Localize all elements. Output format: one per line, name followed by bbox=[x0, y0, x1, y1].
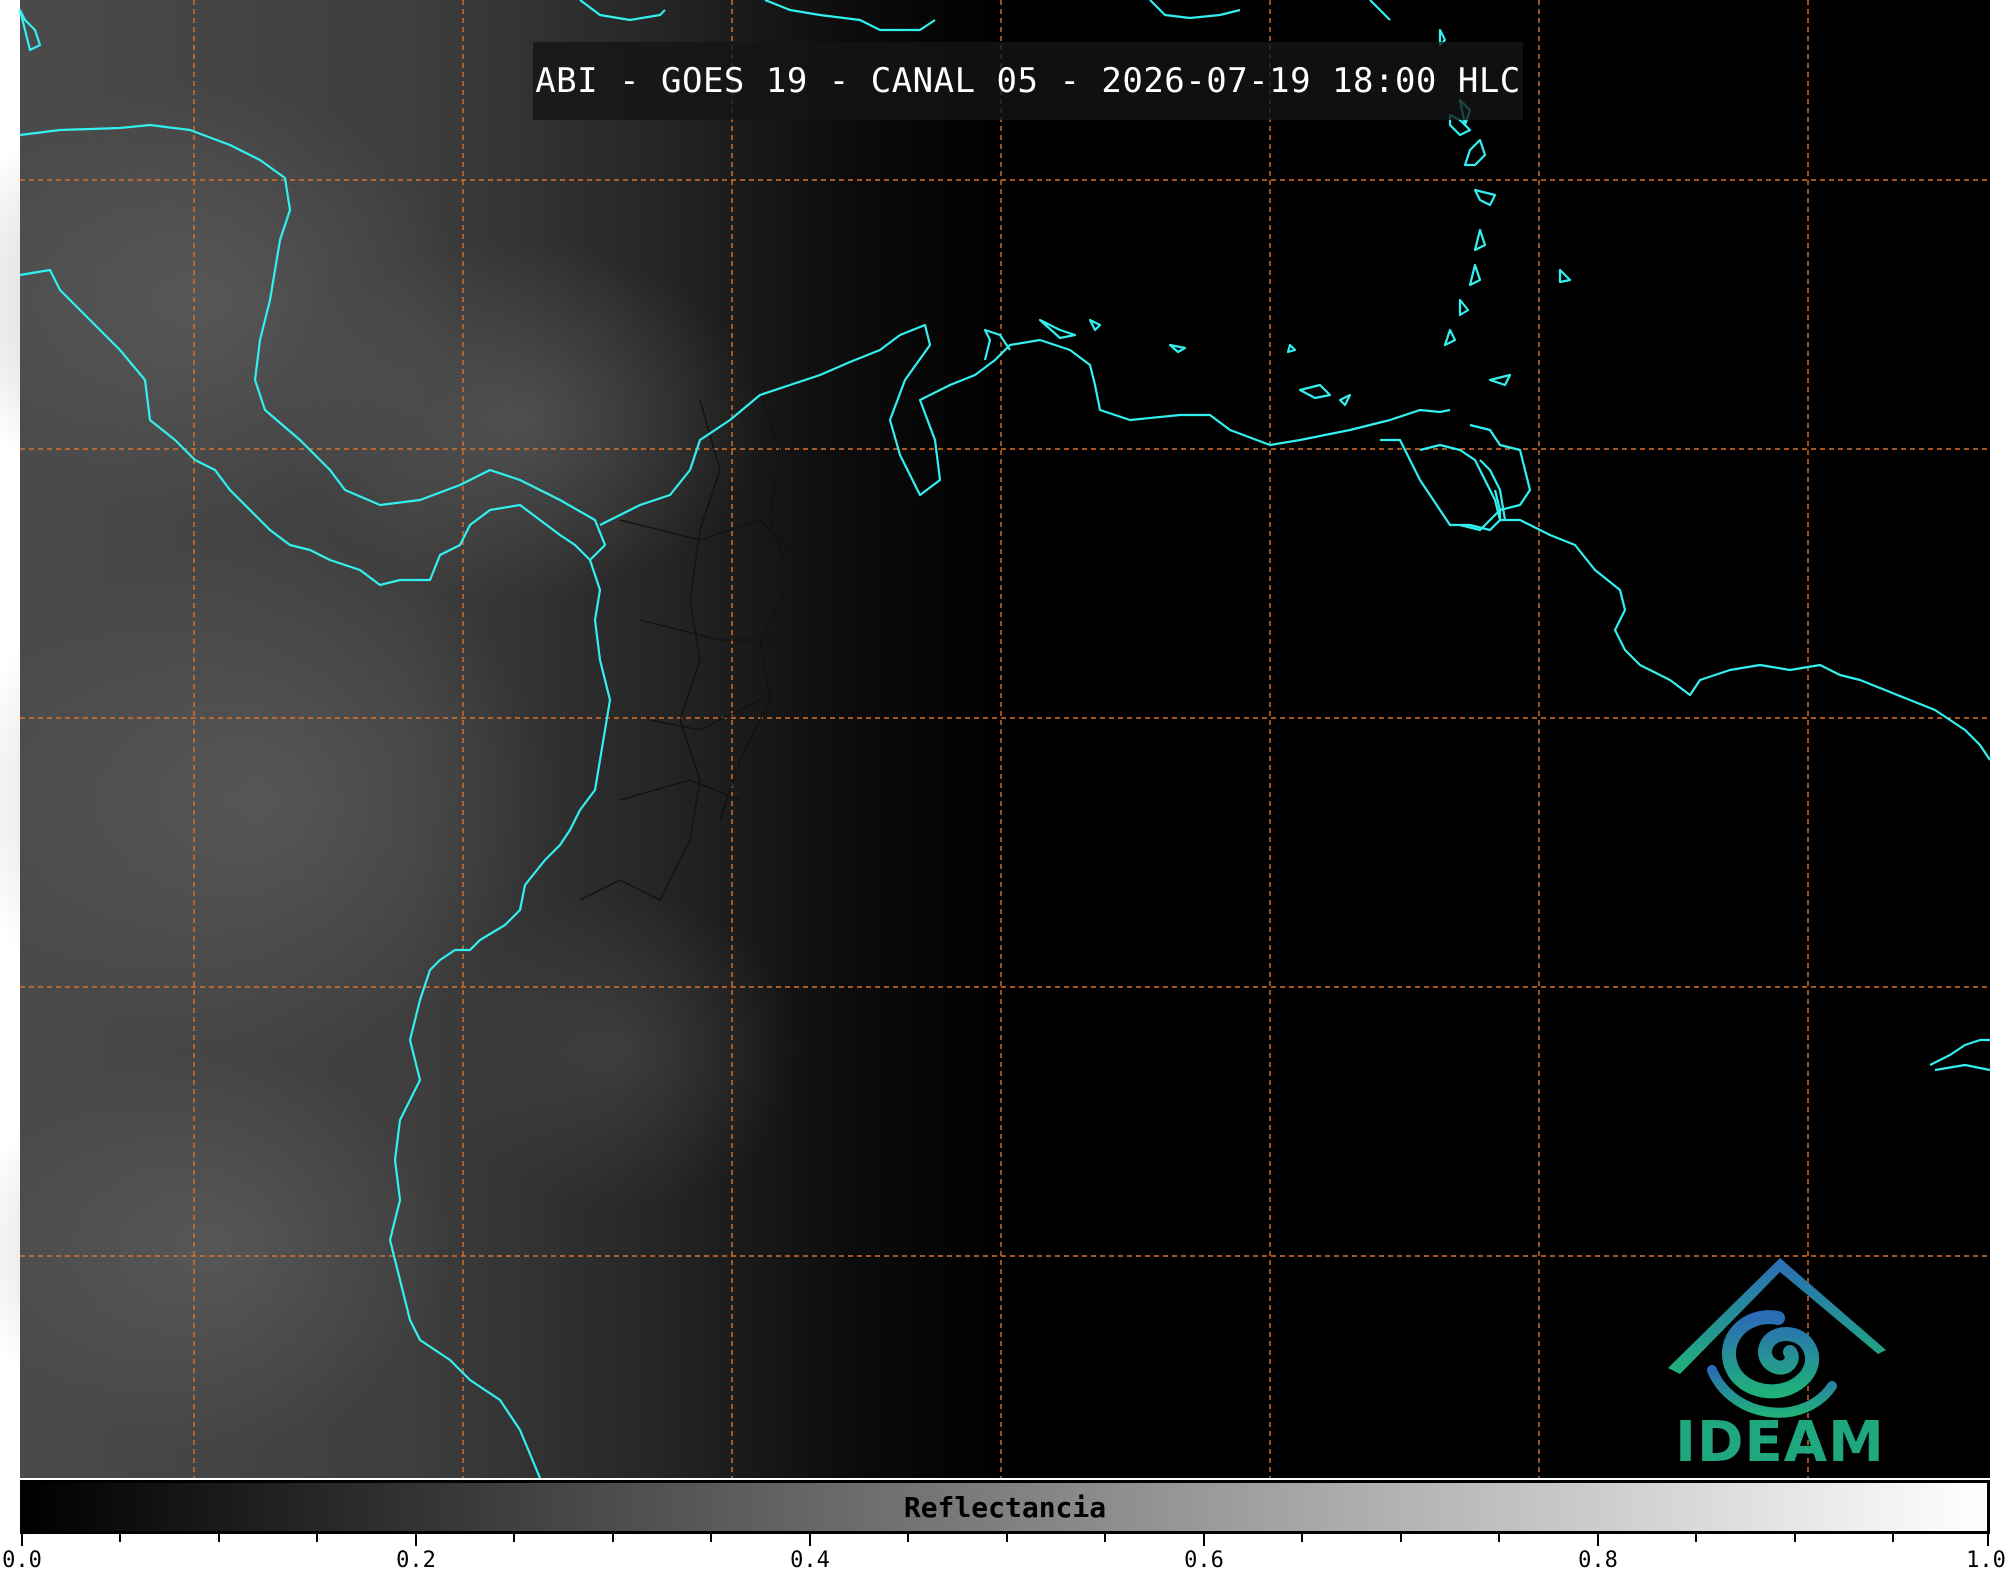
logo-text: IDEAM bbox=[1675, 1410, 1885, 1475]
colorbar-ticks bbox=[21, 1534, 1989, 1546]
colorbar-tick-label: 0.4 bbox=[790, 1548, 830, 1573]
map-title: ABI - GOES 19 - CANAL 05 - 2026-07-19 18… bbox=[535, 61, 1521, 101]
colorbar-label: Reflectancia bbox=[903, 1490, 1107, 1524]
ideam-logo-icon bbox=[1668, 1258, 1886, 1418]
colorbar-tick-label: 0.0 bbox=[2, 1548, 42, 1573]
colorbar-tick-label: 0.6 bbox=[1184, 1548, 1224, 1573]
colorbar-tick-label: 0.8 bbox=[1578, 1548, 1618, 1573]
colorbar-tick-label: 1.0 bbox=[1966, 1548, 2006, 1573]
colorbar-tick-label: 0.2 bbox=[396, 1548, 436, 1573]
colorbar: Reflectancia bbox=[20, 1480, 1990, 1534]
ideam-logo: IDEAM bbox=[1650, 1250, 1910, 1480]
title-banner: ABI - GOES 19 - CANAL 05 - 2026-07-19 18… bbox=[533, 42, 1523, 120]
